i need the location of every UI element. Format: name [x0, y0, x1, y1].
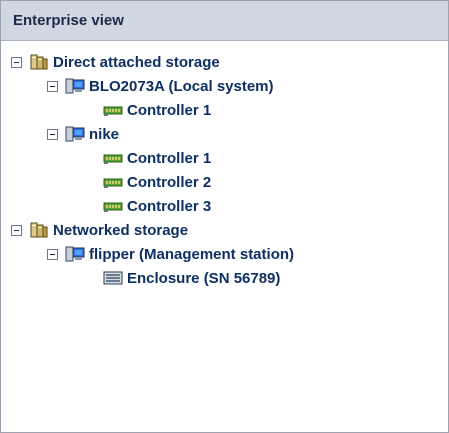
tree-node-label: Controller 1	[127, 149, 212, 167]
enclosure-icon	[103, 270, 123, 286]
collapse-toggle[interactable]	[47, 128, 58, 140]
controller-card-icon	[103, 102, 123, 118]
tree-node-controller-3[interactable]: Controller 3	[103, 195, 211, 217]
tree-node-label: BLO2073A (Local system)	[89, 77, 274, 95]
tree-node-direct-attached-storage[interactable]: Direct attached storage	[11, 51, 220, 73]
controller-card-icon	[103, 150, 123, 166]
storage-group-icon	[29, 222, 49, 238]
storage-group-icon	[29, 54, 49, 70]
tree-node-label: Direct attached storage	[53, 53, 220, 71]
tree-node-controller-1[interactable]: Controller 1	[103, 147, 211, 169]
tree-node-label: Controller 3	[127, 197, 212, 215]
tree-node-controller-1[interactable]: Controller 1	[103, 99, 211, 121]
tree-node-label: Networked storage	[53, 221, 189, 239]
tree-node-blo2073a[interactable]: BLO2073A (Local system)	[47, 75, 274, 97]
tree-node-label: flipper (Management station)	[89, 245, 295, 263]
tree-node-enclosure[interactable]: Enclosure (SN 56789)	[103, 267, 280, 289]
controller-card-icon	[103, 198, 123, 214]
tree-node-label: Controller 2	[127, 173, 212, 191]
computer-icon	[65, 126, 85, 142]
tree-node-nike[interactable]: nike	[47, 123, 119, 145]
collapse-toggle[interactable]	[47, 80, 58, 92]
collapse-toggle[interactable]	[11, 56, 22, 68]
tree-node-label: Enclosure (SN 56789)	[127, 269, 281, 287]
tree-view[interactable]: Direct attached storage BLO2073A (Local …	[1, 41, 448, 432]
tree-node-controller-2[interactable]: Controller 2	[103, 171, 211, 193]
tree-node-label: nike	[89, 125, 120, 143]
panel-title: Enterprise view	[1, 1, 448, 41]
computer-icon	[65, 246, 85, 262]
tree-node-flipper[interactable]: flipper (Management station)	[47, 243, 294, 265]
computer-icon	[65, 78, 85, 94]
collapse-toggle[interactable]	[47, 248, 58, 260]
tree-node-label: Controller 1	[127, 101, 212, 119]
controller-card-icon	[103, 174, 123, 190]
enterprise-view-panel: Enterprise view Direct attached storage	[0, 0, 449, 433]
collapse-toggle[interactable]	[11, 224, 22, 236]
tree-node-networked-storage[interactable]: Networked storage	[11, 219, 188, 241]
